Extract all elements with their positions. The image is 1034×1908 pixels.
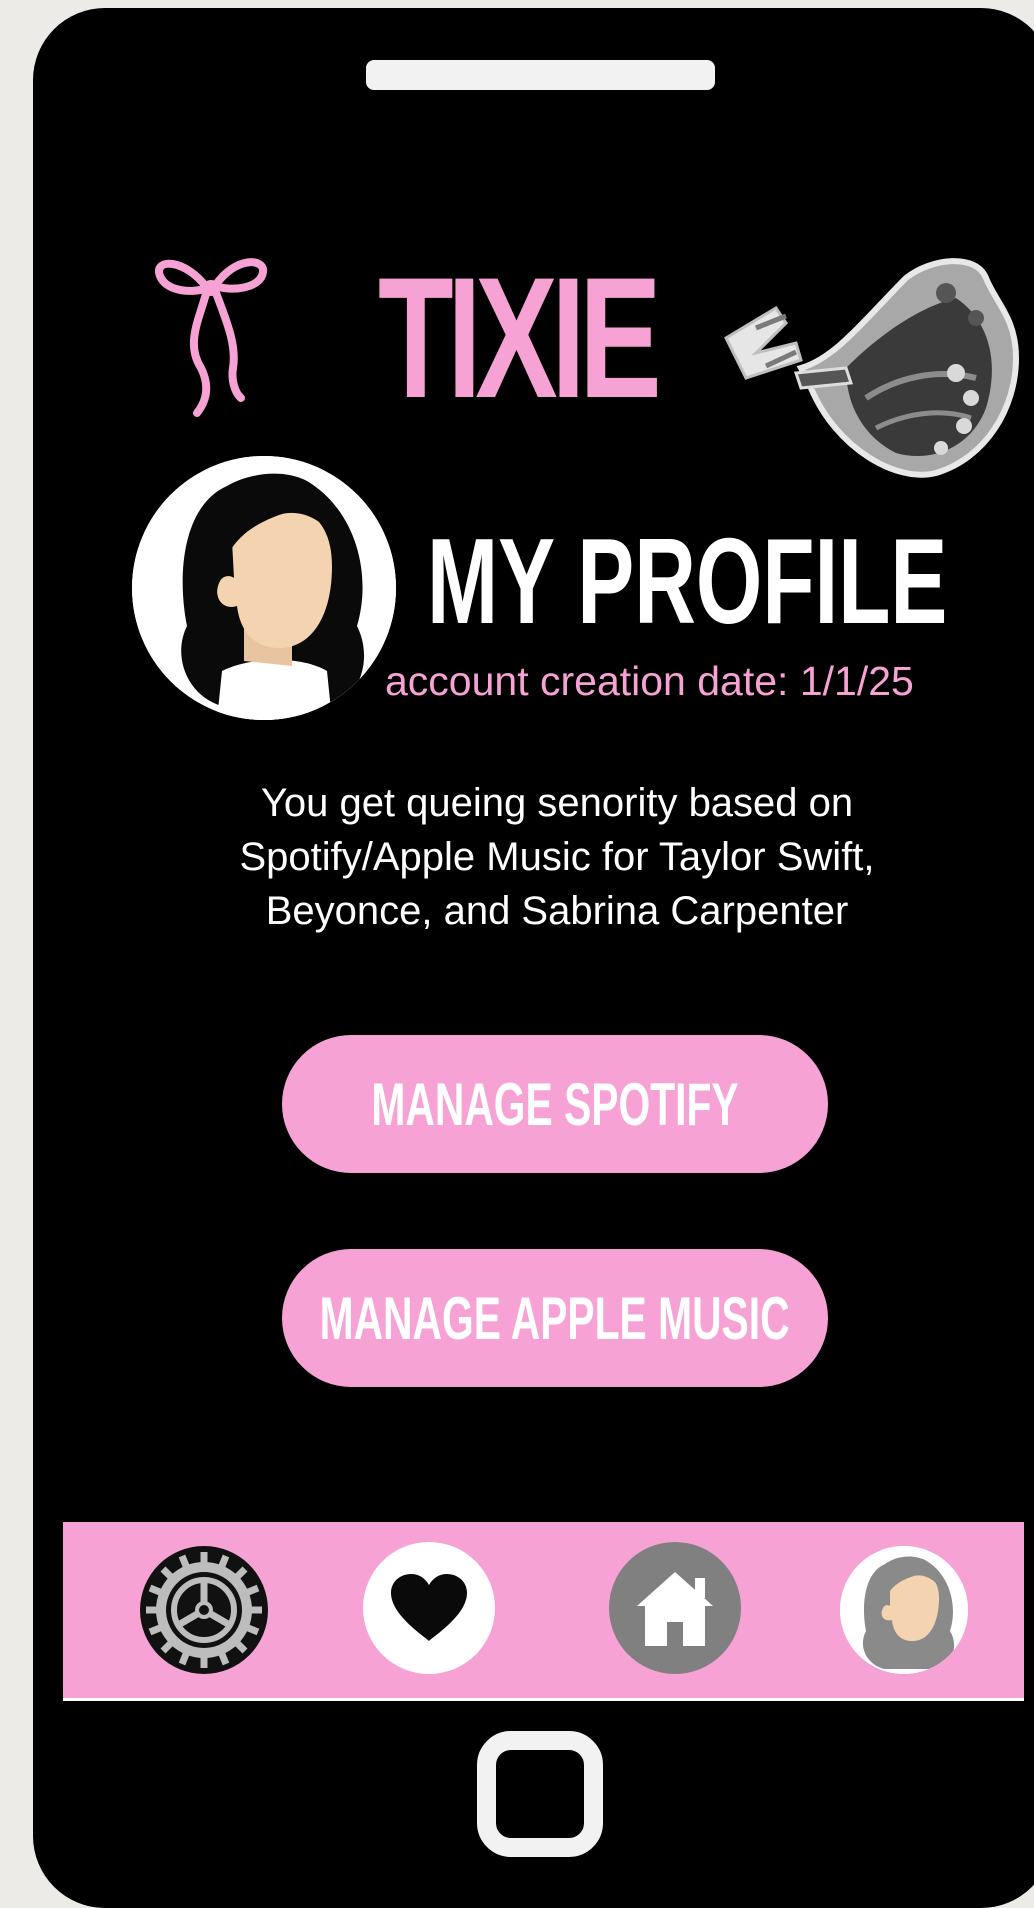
butterfly-icon xyxy=(724,258,1020,478)
avatar-icon xyxy=(132,456,396,720)
manage-apple-music-label: MANAGE APPLE MUSIC xyxy=(320,1284,790,1352)
seniority-info: You get queing senority based on Spotify… xyxy=(152,776,962,938)
heart-icon xyxy=(391,1574,467,1641)
page-title: MY PROFILE xyxy=(427,513,948,649)
nav-favorites[interactable] xyxy=(363,1542,495,1674)
nav-settings[interactable] xyxy=(140,1546,268,1674)
nav-home[interactable] xyxy=(609,1542,741,1674)
home-button[interactable] xyxy=(477,1731,603,1857)
bow-icon xyxy=(155,258,267,417)
phone-frame: TIXIE MY PROFILE account creation date: … xyxy=(33,8,1034,1908)
manage-spotify-button[interactable]: MANAGE SPOTIFY xyxy=(282,1035,828,1173)
nav-profile[interactable] xyxy=(840,1546,968,1674)
info-line: You get queing senority based on xyxy=(260,781,854,825)
info-line: Beyonce, and Sabrina Carpenter xyxy=(265,889,849,933)
house-icon xyxy=(637,1572,713,1646)
manage-apple-music-button[interactable]: MANAGE APPLE MUSIC xyxy=(282,1249,828,1387)
gear-icon xyxy=(142,1548,266,1672)
manage-spotify-label: MANAGE SPOTIFY xyxy=(371,1070,739,1138)
brand-title: TIXIE xyxy=(378,242,662,434)
account-creation-date: account creation date: 1/1/25 xyxy=(385,658,914,704)
profile-avatar xyxy=(132,456,396,720)
bottom-nav xyxy=(63,1522,1024,1701)
info-line: Spotify/Apple Music for Taylor Swift, xyxy=(239,835,875,879)
avatar-icon xyxy=(840,1546,968,1674)
speaker-slot xyxy=(366,60,715,90)
